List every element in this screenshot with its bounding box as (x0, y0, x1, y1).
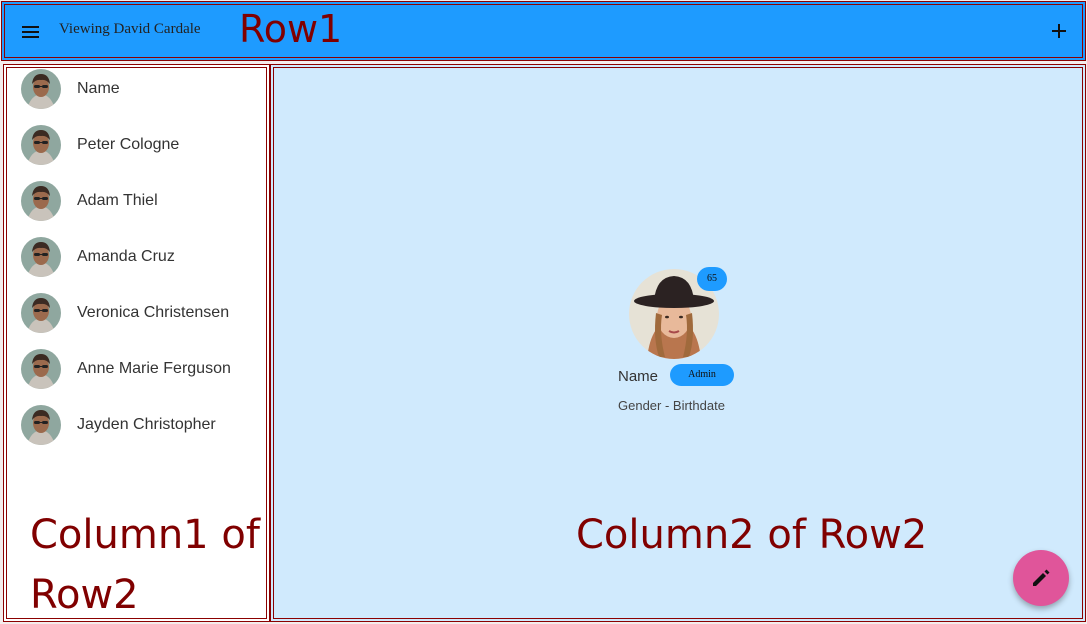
person-avatar (21, 125, 61, 165)
plus-icon[interactable] (1046, 18, 1072, 44)
profile-panel: 65 Name Admin Gender - Birthdate Column2… (270, 64, 1086, 622)
person-avatar (21, 181, 61, 221)
count-badge: 65 (697, 267, 727, 291)
person-name: Amanda Cruz (77, 248, 175, 265)
profile-name: Name (618, 368, 659, 385)
person-list-item[interactable]: Amanda Cruz (17, 236, 257, 284)
edit-fab-button[interactable] (1013, 550, 1069, 606)
person-avatar (21, 237, 61, 277)
person-name: Name (77, 80, 120, 97)
role-badge: Admin (670, 364, 734, 386)
person-list-panel: Name Peter Cologne Adam Thiel Amanda Cruz Ve… (3, 64, 270, 622)
person-list-item[interactable]: Jayden Christopher (17, 404, 257, 452)
person-list-item[interactable]: Peter Cologne (17, 124, 257, 172)
pencil-edit-icon (1033, 569, 1050, 586)
hamburger-menu-icon[interactable] (20, 22, 42, 42)
person-list-item[interactable]: Name (17, 68, 257, 116)
column1-annotation-line2: Row2 (30, 572, 139, 618)
person-avatar (21, 293, 61, 333)
person-name: Veronica Christensen (77, 304, 230, 321)
person-list-item[interactable]: Adam Thiel (17, 180, 257, 228)
person-name: Anne Marie Ferguson (77, 360, 231, 377)
person-list-item[interactable]: Anne Marie Ferguson (17, 348, 257, 396)
app-title: Viewing David Cardale (59, 21, 201, 37)
person-avatar (21, 405, 61, 445)
row1-annotation: Row1 (239, 7, 343, 51)
person-name: Jayden Christopher (77, 416, 216, 433)
person-name: Adam Thiel (77, 192, 158, 209)
person-avatar (21, 349, 61, 389)
profile-subtitle: Gender - Birthdate (618, 398, 725, 413)
app-bar: Viewing David Cardale Row1 (1, 1, 1086, 61)
person-avatar (21, 69, 61, 109)
person-list-item[interactable]: Veronica Christensen (17, 292, 257, 340)
column2-annotation: Column2 of Row2 (576, 512, 928, 558)
person-name: Peter Cologne (77, 136, 180, 153)
column1-annotation-line1: Column1 of (30, 512, 260, 558)
